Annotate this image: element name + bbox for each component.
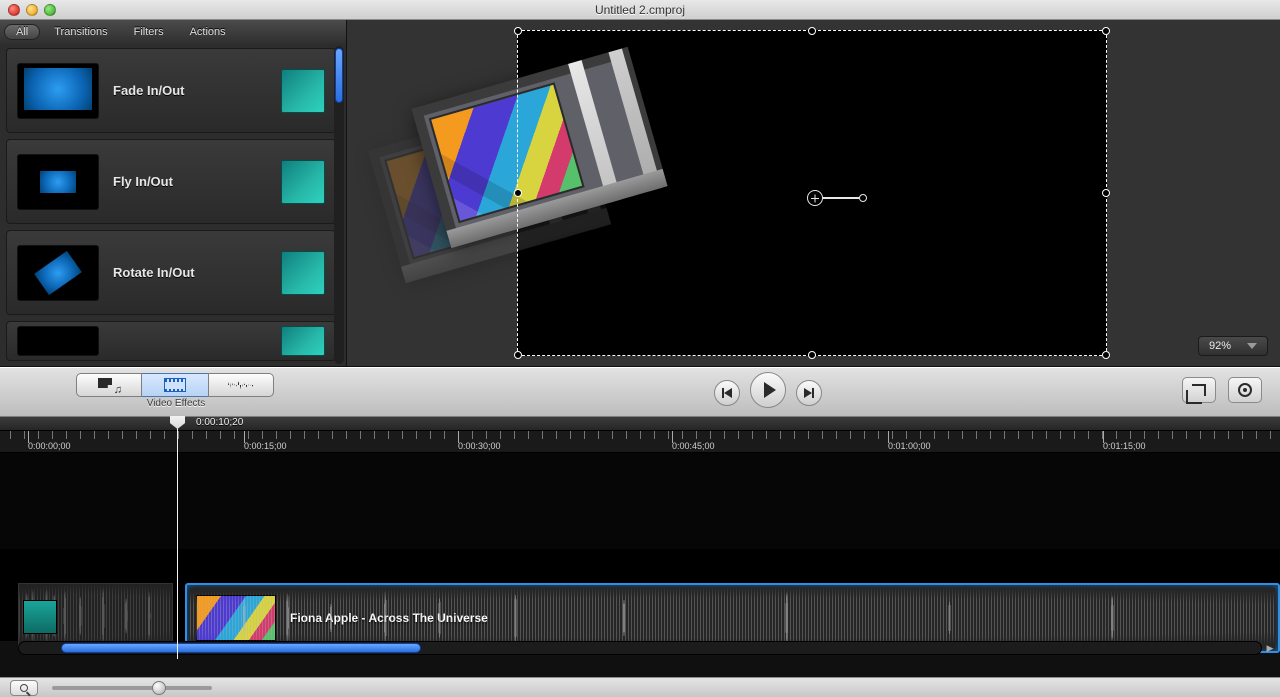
panel-switch-video-effects[interactable] — [142, 373, 208, 397]
zoom-tool-button[interactable] — [10, 680, 38, 696]
effects-sidebar: All Transitions Filters Actions Fade In/… — [0, 20, 347, 366]
resize-handle[interactable] — [514, 189, 522, 197]
resize-handle[interactable] — [1102, 27, 1110, 35]
ruler-label: 0:01:15;00 — [1103, 441, 1146, 451]
settings-button[interactable] — [1228, 377, 1262, 403]
status-bar — [0, 677, 1280, 697]
resize-handle[interactable] — [514, 27, 522, 35]
resize-handle[interactable] — [808, 351, 816, 359]
preview-canvas[interactable]: 92% — [347, 20, 1280, 366]
effect-preview-swatch — [281, 326, 325, 356]
resize-handle[interactable] — [808, 27, 816, 35]
play-icon — [764, 382, 776, 398]
panel-switch-caption: Video Effects — [76, 398, 276, 409]
rotation-arm — [823, 197, 859, 199]
film-icon — [164, 378, 186, 392]
tab-all[interactable]: All — [4, 24, 40, 40]
effect-thumb — [17, 63, 99, 119]
effect-thumb — [17, 154, 99, 210]
timeline-ruler[interactable]: 0:00:00;00 0:00:15;00 0:00:30;00 0:00:45;00… — [0, 431, 1280, 453]
canvas-zoom-value: 92% — [1209, 340, 1231, 352]
crop-tool-button[interactable] — [1182, 377, 1216, 403]
resize-handle[interactable] — [514, 351, 522, 359]
effect-preview-swatch — [281, 69, 325, 113]
effects-list[interactable]: Fade In/Out Fly In/Out Rotate In/Out Sli… — [0, 44, 346, 366]
tab-actions[interactable]: Actions — [178, 24, 238, 40]
timeline-scrollbar[interactable]: ▶ ◀ — [18, 641, 1262, 655]
effect-title: Fade In/Out — [113, 83, 267, 98]
effects-tabbar: All Transitions Filters Actions — [0, 20, 346, 44]
timeline: 0:00:10;20 0:00:00;00 0:00:15;00 0:00:30;0… — [0, 417, 1280, 677]
scroll-right-button[interactable]: ▶ — [1263, 642, 1277, 654]
waveform-graphic — [190, 588, 1275, 648]
effect-preview-swatch — [281, 251, 325, 295]
rotation-handle[interactable] — [859, 194, 867, 202]
effect-item-rotate[interactable]: Rotate In/Out — [6, 230, 336, 315]
effect-title: Rotate In/Out — [113, 265, 267, 280]
timeline-header[interactable] — [0, 417, 1280, 431]
ruler-label: 0:00:00;00 — [28, 441, 71, 451]
effect-title: Fly In/Out — [113, 174, 267, 189]
crop-icon — [1192, 384, 1206, 396]
effect-item-fly[interactable]: Fly In/Out — [6, 139, 336, 224]
effects-scrollbar[interactable] — [334, 46, 344, 364]
effect-thumb — [17, 245, 99, 301]
window-title: Untitled 2.cmproj — [0, 3, 1280, 17]
scrollbar-thumb[interactable] — [335, 48, 343, 103]
scrollbar-thumb[interactable] — [61, 643, 421, 653]
waveform-icon — [228, 379, 254, 391]
effect-item-fade[interactable]: Fade In/Out — [6, 48, 336, 133]
resize-handle[interactable] — [1102, 189, 1110, 197]
effect-preview-swatch — [281, 160, 325, 204]
effect-item-slide[interactable]: Slide In/Out — [6, 321, 336, 361]
ruler-label: 0:00:45;00 — [672, 441, 715, 451]
play-button[interactable] — [750, 372, 786, 408]
rotation-pivot-icon[interactable] — [807, 190, 823, 206]
ruler-label: 0:00:30;00 — [458, 441, 501, 451]
workspace-upper: All Transitions Filters Actions Fade In/… — [0, 20, 1280, 367]
tab-transitions[interactable]: Transitions — [42, 24, 119, 40]
transport-controls — [714, 377, 822, 408]
go-to-start-button[interactable] — [714, 380, 740, 406]
ruler-label: 0:01:00;00 — [888, 441, 931, 451]
ruler-label: 0:00:15;00 — [244, 441, 287, 451]
rotation-control[interactable] — [807, 190, 867, 206]
playhead[interactable] — [177, 417, 178, 659]
resize-handle[interactable] — [1102, 351, 1110, 359]
panel-switcher — [76, 373, 274, 397]
skip-forward-icon — [804, 388, 814, 398]
control-strip: Video Effects — [0, 367, 1280, 417]
timeline-zoom-slider[interactable] — [52, 686, 212, 690]
canvas-tools — [1182, 377, 1262, 403]
skip-back-icon — [722, 388, 732, 398]
video-track[interactable] — [0, 453, 1280, 549]
panel-switch-audio-effects[interactable] — [208, 373, 274, 397]
gear-icon — [1238, 383, 1252, 397]
slider-thumb[interactable] — [152, 681, 166, 695]
panel-switch-media[interactable] — [76, 373, 142, 397]
effect-thumb — [17, 326, 99, 356]
tab-filters[interactable]: Filters — [122, 24, 176, 40]
canvas-zoom-dropdown[interactable]: 92% — [1198, 336, 1268, 356]
playhead-timecode: 0:00:10;20 — [196, 417, 243, 428]
magnifier-icon — [20, 684, 28, 692]
timeline-tracks: Fiona Apple - Across The Universe — [0, 453, 1280, 641]
window-titlebar: Untitled 2.cmproj — [0, 0, 1280, 20]
media-icon — [98, 378, 120, 392]
go-to-end-button[interactable] — [796, 380, 822, 406]
